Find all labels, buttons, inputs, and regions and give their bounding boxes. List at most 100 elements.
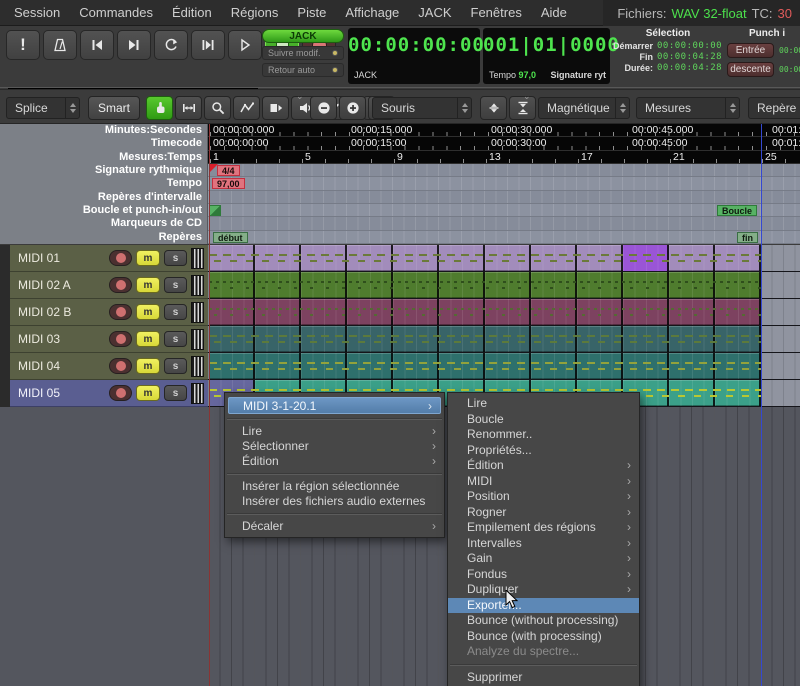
ruler-label-4[interactable]: Signature rythmique [0, 164, 202, 177]
mute-button[interactable]: m [136, 385, 160, 401]
menu-title-item[interactable]: MIDI 3-1-20.1› [228, 397, 441, 414]
punch-in-button[interactable]: Entrée [727, 43, 774, 58]
track-canvas[interactable] [208, 245, 800, 272]
signature-marker[interactable]: 4/4 [217, 165, 240, 176]
ruler-lane-1[interactable]: 00:00:00.00000:00:15.00000:00:30.00000:0… [208, 124, 800, 137]
track-header[interactable]: MIDI 03ms [10, 326, 208, 353]
ruler-lane-5[interactable]: 97,00 [208, 177, 800, 190]
play-button[interactable] [228, 30, 262, 60]
track-row[interactable]: MIDI 03ms [10, 326, 800, 353]
session-start-marker[interactable]: début [213, 232, 248, 243]
track-row[interactable]: MIDI 04ms [10, 353, 800, 380]
primary-clock-value[interactable]: 00:00:00:00 [348, 34, 480, 56]
menu-session[interactable]: Session [14, 5, 60, 20]
midi-scroomer-icon[interactable] [191, 275, 204, 296]
goto-end-button[interactable] [117, 30, 151, 60]
track-canvas[interactable] [208, 326, 800, 353]
record-enable-button[interactable] [109, 358, 132, 374]
track-canvas[interactable] [208, 272, 800, 299]
menu-item[interactable]: Empilement des régions› [448, 520, 639, 536]
menu-item[interactable]: MIDI› [448, 474, 639, 490]
primary-clock[interactable]: 00:00:00:00 JACK [348, 28, 480, 84]
follow-edits-button[interactable]: Suivre modif. [262, 46, 344, 60]
edit-group-strip[interactable] [0, 245, 10, 412]
menu-item[interactable]: Édition› [448, 458, 639, 474]
ruler-lane-8[interactable] [208, 217, 800, 230]
grid-mode-combo[interactable]: Mesures [636, 97, 740, 119]
menu-item[interactable]: Supprimer [448, 670, 639, 686]
tempo-marker[interactable]: 97,00 [212, 178, 245, 189]
ruler-label-6[interactable]: Repères d'intervalle [0, 191, 202, 204]
ruler-lane-6[interactable] [208, 191, 800, 204]
ruler-lanes[interactable]: 00:00:00.00000:00:15.00000:00:30.00000:0… [208, 124, 800, 244]
menu-item[interactable]: Position› [448, 489, 639, 505]
solo-button[interactable]: s [164, 331, 187, 347]
play-range-button[interactable] [191, 30, 225, 60]
midi-scroomer-icon[interactable] [191, 383, 204, 404]
ruler-label-1[interactable]: Minutes:Secondes [0, 124, 202, 137]
smart-mode-button[interactable]: Smart [88, 96, 140, 120]
menu-item[interactable]: Bounce (with processing) [448, 629, 639, 645]
mute-button[interactable]: m [136, 277, 160, 293]
menu-item[interactable]: Insérer des fichiers audio externes [225, 494, 444, 509]
midi-scroomer-icon[interactable] [191, 248, 204, 269]
menu-item[interactable]: Propriétés... [448, 443, 639, 459]
ruler-label-2[interactable]: Timecode [0, 137, 202, 150]
menu-item[interactable]: Fondus› [448, 567, 639, 583]
loop-start-marker[interactable] [209, 205, 221, 216]
menu-item[interactable]: Sélectionner› [225, 439, 444, 454]
ruler-label-7[interactable]: Boucle et punch-in/out [0, 204, 202, 217]
track-row[interactable]: MIDI 02 Ams [10, 272, 800, 299]
menu-item[interactable]: Lire [448, 396, 639, 412]
ruler-label-5[interactable]: Tempo [0, 177, 202, 190]
midi-scroomer-icon[interactable] [191, 356, 204, 377]
auto-return-button[interactable]: Retour auto [262, 63, 344, 77]
record-enable-button[interactable] [109, 250, 132, 266]
record-enable-button[interactable] [109, 277, 132, 293]
midi-scroomer-icon[interactable] [191, 329, 204, 350]
ruler-lane-7[interactable]: Boucle [208, 204, 800, 217]
mute-button[interactable]: m [136, 331, 160, 347]
track-canvas[interactable] [208, 353, 800, 380]
track-name[interactable]: MIDI 02 B [18, 305, 109, 319]
track-canvas[interactable] [208, 299, 800, 326]
menu-affichage[interactable]: Affichage [345, 5, 399, 20]
goto-start-button[interactable] [80, 30, 114, 60]
ruler-lane-2[interactable]: 00:00:00:0000:00:15:0000:00:30:0000:00:4… [208, 137, 800, 150]
track-header[interactable]: MIDI 04ms [10, 353, 208, 380]
loop-button[interactable] [154, 30, 188, 60]
menu-item[interactable]: Décaler› [225, 519, 444, 534]
track-name[interactable]: MIDI 05 [18, 386, 109, 400]
menu-item[interactable]: Intervalles› [448, 536, 639, 552]
track-header[interactable]: MIDI 02 B ms [10, 299, 208, 326]
ruler-label-8[interactable]: Marqueurs de CD [0, 217, 202, 230]
midi-region-group[interactable] [209, 353, 761, 379]
track-header[interactable]: MIDI 02 Ams [10, 272, 208, 299]
chevron-down-icon[interactable]: ⌄ [523, 91, 531, 102]
menu-fenêtres[interactable]: Fenêtres [471, 5, 522, 20]
track-row[interactable]: MIDI 02 B ms [10, 299, 800, 326]
playhead-line[interactable] [209, 124, 210, 686]
mute-button[interactable]: m [136, 304, 160, 320]
grab-tool-button[interactable] [146, 96, 173, 120]
midi-scroomer-icon[interactable] [191, 302, 204, 323]
ruler-lane-9[interactable]: débutfin [208, 231, 800, 244]
menu-item[interactable]: Renommer.. [448, 427, 639, 443]
solo-button[interactable]: s [164, 304, 187, 320]
draw-tool-button[interactable] [233, 96, 260, 120]
track-header[interactable]: MIDI 01ms [10, 245, 208, 272]
menu-commandes[interactable]: Commandes [79, 5, 153, 20]
snap-mode-combo[interactable]: Magnétique [538, 97, 630, 119]
ruler-label-9[interactable]: Repères [0, 231, 202, 244]
midi-region-group[interactable] [209, 299, 761, 325]
track-header[interactable]: MIDI 05ms [10, 380, 208, 407]
range-tool-button[interactable] [175, 96, 202, 120]
midi-region-group[interactable] [209, 272, 761, 298]
shrink-tracks-button[interactable] [480, 96, 507, 120]
track-name[interactable]: MIDI 04 [18, 359, 109, 373]
menu-jack[interactable]: JACK [418, 5, 451, 20]
zoom-in-button[interactable] [339, 96, 366, 120]
solo-button[interactable]: s [164, 277, 187, 293]
ruler-lane-4[interactable]: 4/4 [208, 164, 800, 177]
menu-piste[interactable]: Piste [297, 5, 326, 20]
